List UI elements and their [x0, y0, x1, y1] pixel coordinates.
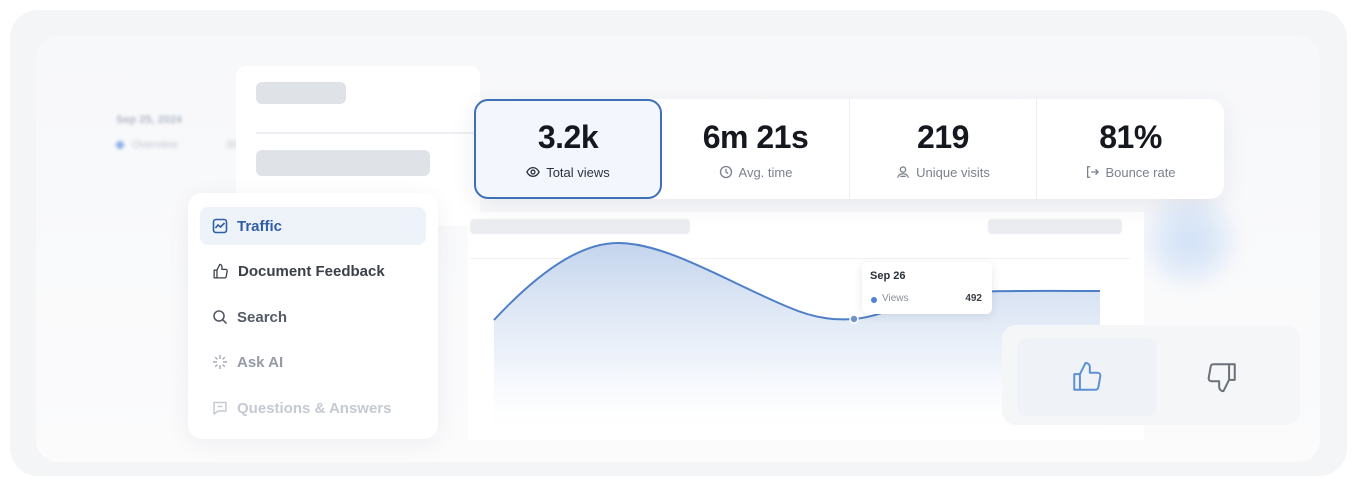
- menu-item-label: Search: [237, 308, 288, 326]
- stat-unique-visits[interactable]: 219 Unique visits: [849, 99, 1036, 199]
- background-date: Sep 25, 2024: [116, 114, 183, 126]
- traffic-chart-icon: [212, 218, 228, 234]
- menu-item-traffic[interactable]: Traffic: [200, 207, 426, 245]
- stat-total-views[interactable]: 3.2k Total views: [474, 99, 662, 199]
- sparkle-icon: [213, 355, 227, 369]
- stat-label: Avg. time: [719, 164, 793, 180]
- exit-icon: [1087, 166, 1100, 178]
- tooltip-series-dot: [871, 297, 877, 303]
- menu-item-label: Traffic: [237, 217, 283, 235]
- stat-value: 81%: [1099, 118, 1162, 155]
- user-icon: [897, 166, 910, 178]
- thumbs-down-icon: [1207, 363, 1236, 393]
- menu-item-label: Document Feedback: [238, 262, 385, 280]
- background-legend-label: Overview: [132, 139, 178, 151]
- stat-label-text: Bounce rate: [1105, 164, 1176, 180]
- chart-tooltip: Sep 26 Views 492: [862, 262, 992, 314]
- tooltip-series-label: Views: [882, 293, 909, 304]
- stat-value: 219: [917, 118, 969, 155]
- thumbs-up-icon: [1073, 361, 1102, 391]
- menu-item-document-feedback[interactable]: Document Feedback: [200, 252, 426, 290]
- thumbs-down-button[interactable]: [1157, 338, 1287, 416]
- legend-dot: [116, 141, 124, 149]
- tooltip-value: 492: [965, 293, 982, 304]
- thumbs-up-icon: [213, 263, 228, 279]
- stat-label: Bounce rate: [1085, 164, 1176, 180]
- menu-item-search[interactable]: Search: [200, 298, 426, 336]
- stat-label-text: Unique visits: [916, 164, 990, 180]
- stat-label-text: Avg. time: [738, 164, 793, 180]
- skeleton-divider: [256, 132, 480, 134]
- stat-value: 6m 21s: [702, 118, 809, 155]
- menu-item-questions-answers[interactable]: Questions & Answers: [200, 389, 426, 427]
- stat-value: 3.2k: [537, 118, 599, 155]
- thumbs-up-button[interactable]: [1017, 338, 1157, 416]
- clock-icon: [719, 165, 732, 179]
- stat-label: Unique visits: [896, 165, 990, 180]
- search-icon: [213, 310, 228, 325]
- stat-avg-time[interactable]: 6m 21s Avg. time: [662, 99, 849, 199]
- tooltip-date: Sep 26: [870, 270, 906, 282]
- background-blur-shape: [1140, 195, 1240, 285]
- eye-icon: [526, 166, 541, 178]
- stats-card: 3.2k Total views 6m 21s Avg. time 219 Un…: [474, 99, 1224, 199]
- chart-hover-point[interactable]: [849, 314, 859, 324]
- stat-label-text: Total views: [546, 164, 610, 180]
- analytics-menu: Traffic Document Feedback Search Ask AI …: [188, 193, 438, 439]
- background-legend: Overview 30: [116, 139, 238, 151]
- stat-label: Total views: [526, 165, 610, 180]
- skeleton-bar: [256, 150, 430, 176]
- stat-bounce-rate[interactable]: 81% Bounce rate: [1036, 99, 1224, 199]
- menu-item-label: Ask AI: [237, 353, 284, 371]
- skeleton-bar: [256, 82, 346, 104]
- chat-icon: [213, 401, 227, 415]
- menu-item-label: Questions & Answers: [237, 399, 392, 417]
- menu-item-ask-ai[interactable]: Ask AI: [200, 343, 426, 381]
